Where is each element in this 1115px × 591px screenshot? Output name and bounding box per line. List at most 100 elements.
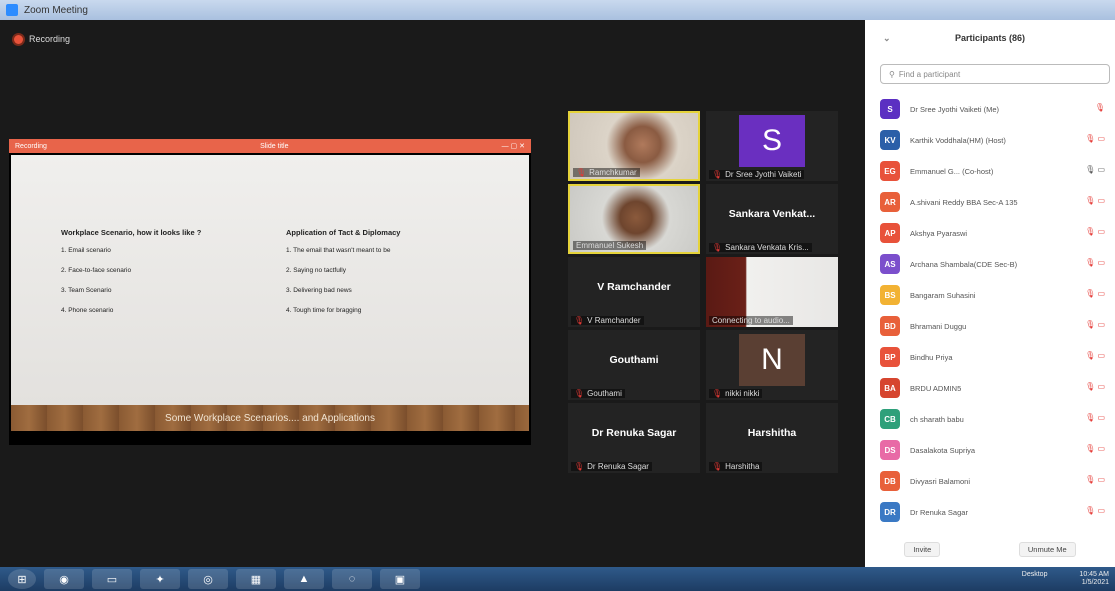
unmute-me-button[interactable]: Unmute Me xyxy=(1018,542,1076,557)
collapse-chevron-icon[interactable]: ⌄ xyxy=(883,33,891,44)
muted-mic-icon: 🎙 xyxy=(712,243,723,252)
muted-mic-icon: 🎙 xyxy=(574,462,585,471)
participant-name: A.shivani Reddy BBA Sec-A 135 xyxy=(910,197,1018,207)
participant-row[interactable]: BS Bangaram Suhasini 🎙 ▭ xyxy=(865,280,1115,310)
participant-name: Akshya Pyaraswi xyxy=(910,228,968,238)
muted-mic-icon: 🎙 xyxy=(712,462,723,471)
tray-clock[interactable]: 10:45 AM 1/5/2021 xyxy=(1079,571,1109,587)
participant-row[interactable]: BD Bhramani Duggu 🎙 ▭ xyxy=(865,311,1115,341)
presentation-slide: Workplace Scenario, how it looks like ? … xyxy=(11,155,529,405)
slide-left-item: 3. Team Scenario xyxy=(61,287,112,294)
video-tile[interactable]: S 🎙 Dr Sree Jyothi Vaiketi xyxy=(706,111,838,181)
participant-avatar: CB xyxy=(880,409,900,429)
participant-avatar: BD xyxy=(880,316,900,336)
tile-label: Emmanuel Sukesh xyxy=(573,241,647,250)
participant-avatar: BP xyxy=(880,347,900,367)
taskbar-chrome-icon[interactable]: ◎ xyxy=(188,569,228,589)
video-tile[interactable]: 🎙 Ramchkumar xyxy=(568,111,700,181)
participant-avatar: AR xyxy=(880,192,900,212)
participant-row[interactable]: DB Divyasri Balamoni 🎙 ▭ xyxy=(865,466,1115,496)
unmuted-mic-icon: 🎙 ▭ xyxy=(1085,165,1105,174)
desktop-label: Desktop xyxy=(1021,571,1048,578)
participant-avatar: KV xyxy=(880,130,900,150)
tile-label: 🎙 Ramchkumar xyxy=(573,168,640,177)
participant-row[interactable]: BP Bindhu Priya 🎙 ▭ xyxy=(865,342,1115,372)
taskbar-app-icon[interactable]: ▦ xyxy=(236,569,276,589)
participant-row[interactable]: BA BRDU ADMIN5 🎙 ▭ xyxy=(865,373,1115,403)
participants-panel: ⌄ Participants (86) ⚲ Find a participant… xyxy=(865,20,1115,567)
slide-left-column: Workplace Scenario, how it looks like ? … xyxy=(61,228,261,327)
slide-left-item: 2. Face-to-face scenario xyxy=(61,267,132,274)
tile-label: 🎙 Gouthami xyxy=(571,389,625,398)
slide-right-item: 3. Delivering bad news xyxy=(286,287,352,294)
participant-avatar: S xyxy=(739,115,805,167)
taskbar-app-icon[interactable]: ✦ xyxy=(140,569,180,589)
participant-avatar: AS xyxy=(880,254,900,274)
tile-label: Connecting to audio... xyxy=(709,316,793,325)
participant-name: BRDU ADMIN5 xyxy=(910,383,962,393)
participant-row[interactable]: AS Archana Shambala(CDE Sec-B) 🎙 ▭ xyxy=(865,249,1115,279)
participant-row[interactable]: KV Karthik Voddhala(HM) (Host) 🎙 ▭ xyxy=(865,125,1115,155)
window-titlebar: Zoom Meeting xyxy=(0,0,1115,20)
participant-avatar: N xyxy=(739,334,805,386)
video-tile[interactable]: Gouthami 🎙 Gouthami xyxy=(568,330,700,400)
invite-button[interactable]: Invite xyxy=(904,542,941,557)
muted-mic-icon: 🎙 ▭ xyxy=(1085,134,1105,143)
video-tile[interactable]: N 🎙 nikki nikki xyxy=(706,330,838,400)
slide-right-column: Application of Tact & Diplomacy 1. The e… xyxy=(286,228,506,327)
participant-row[interactable]: AP Akshya Pyaraswi 🎙 ▭ xyxy=(865,218,1115,248)
taskbar-zoom-icon[interactable]: ▣ xyxy=(380,569,420,589)
slide-caption: Some Workplace Scenarios.... and Applica… xyxy=(11,405,529,431)
participant-name: Bhramani Duggu xyxy=(910,321,967,331)
participant-row[interactable]: S Dr Sree Jyothi Vaiketi (Me) 🎙 xyxy=(865,94,1115,124)
tile-label: 🎙 Dr Sree Jyothi Vaiketi xyxy=(709,170,805,179)
video-tile[interactable]: Harshitha 🎙 Harshitha xyxy=(706,403,838,473)
slide-right-item: 2. Saying no tactfully xyxy=(286,267,346,274)
participant-avatar: AP xyxy=(880,223,900,243)
participant-row[interactable]: AR A.shivani Reddy BBA Sec-A 135 🎙 ▭ xyxy=(865,187,1115,217)
participant-avatar: DR xyxy=(880,502,900,522)
start-button[interactable]: ⊞ xyxy=(8,569,36,589)
participants-header: ⌄ Participants (86) xyxy=(865,20,1115,56)
taskbar-app-icon[interactable]: ◉ xyxy=(44,569,84,589)
participant-row[interactable]: DR Dr Renuka Sagar 🎙 ▭ xyxy=(865,497,1115,527)
shared-screen[interactable]: Recording Slide title — ▢ ✕ Workplace Sc… xyxy=(9,139,531,445)
muted-mic-icon: 🎙 ▭ xyxy=(1085,382,1105,391)
participant-name: V Ramchander xyxy=(597,281,671,293)
taskbar-app-icon[interactable]: ◌ xyxy=(332,569,372,589)
participant-row[interactable]: DS Dasalakota Supriya 🎙 ▭ xyxy=(865,435,1115,465)
participant-row[interactable]: CB ch sharath babu 🎙 ▭ xyxy=(865,404,1115,434)
tile-label: 🎙 Sankara Venkata Kris... xyxy=(709,243,812,252)
participant-name: ch sharath babu xyxy=(910,414,964,424)
muted-mic-icon: 🎙 xyxy=(712,389,723,398)
video-tile[interactable]: Sankara Venkat... 🎙 Sankara Venkata Kris.… xyxy=(706,184,838,254)
participant-name: Archana Shambala(CDE Sec-B) xyxy=(910,259,1018,269)
video-tile[interactable]: V Ramchander 🎙 V Ramchander xyxy=(568,257,700,327)
taskbar-pdf-icon[interactable]: ▲ xyxy=(284,569,324,589)
search-placeholder: Find a participant xyxy=(898,69,961,79)
muted-mic-icon: 🎙 ▭ xyxy=(1085,227,1105,236)
video-tile[interactable]: Connecting to audio... xyxy=(706,257,838,327)
participant-search-input[interactable]: ⚲ Find a participant xyxy=(880,64,1110,84)
taskbar-folder-icon[interactable]: ▭ xyxy=(92,569,132,589)
participants-footer: Invite Unmute Me xyxy=(865,542,1115,557)
slide-right-heading: Application of Tact & Diplomacy xyxy=(286,228,401,237)
participant-avatar: DB xyxy=(880,471,900,491)
share-toolbar-center: Slide title xyxy=(260,142,289,150)
system-tray: Desktop 10:45 AM 1/5/2021 xyxy=(1022,571,1109,587)
share-toolbar: Recording Slide title — ▢ ✕ xyxy=(9,139,531,153)
tile-label: 🎙 nikki nikki xyxy=(709,389,763,398)
slide-left-heading: Workplace Scenario, how it looks like ? xyxy=(61,228,202,237)
tile-label: 🎙 Harshitha xyxy=(709,462,763,471)
recording-indicator[interactable]: Recording xyxy=(14,34,70,44)
participant-name: Karthik Voddhala(HM) (Host) xyxy=(910,135,1006,145)
participant-name: Bindhu Priya xyxy=(910,352,953,362)
video-tile[interactable]: Dr Renuka Sagar 🎙 Dr Renuka Sagar xyxy=(568,403,700,473)
recording-label: Recording xyxy=(29,34,71,44)
muted-mic-icon: 🎙 ▭ xyxy=(1085,475,1105,484)
slide-left-item: 1. Email scenario xyxy=(61,247,111,254)
participant-name: Harshitha xyxy=(747,427,797,439)
zoom-app-icon xyxy=(6,4,18,16)
video-tile[interactable]: Emmanuel Sukesh xyxy=(568,184,700,254)
participant-row[interactable]: EG Emmanuel G... (Co-host) 🎙 ▭ xyxy=(865,156,1115,186)
